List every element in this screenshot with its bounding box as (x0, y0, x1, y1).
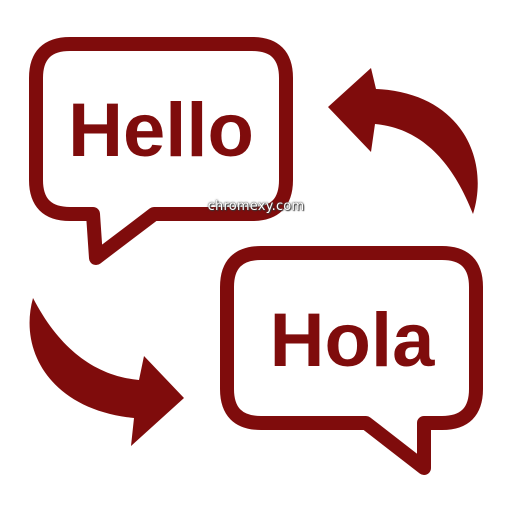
translate-icon: Hello Hola (29, 37, 483, 475)
translate-icon-canvas: Hello Hola chromexy.com (0, 0, 512, 512)
curved-arrow-left-icon (328, 68, 478, 214)
bubble-text-hola: Hola (270, 298, 435, 383)
speech-bubble-hola: Hola (220, 246, 483, 475)
bubble-text-hello: Hello (68, 88, 254, 173)
speech-bubble-hello: Hello (29, 37, 293, 265)
curved-arrow-right-icon (29, 298, 185, 446)
watermark-text: chromexy.com (207, 199, 305, 214)
